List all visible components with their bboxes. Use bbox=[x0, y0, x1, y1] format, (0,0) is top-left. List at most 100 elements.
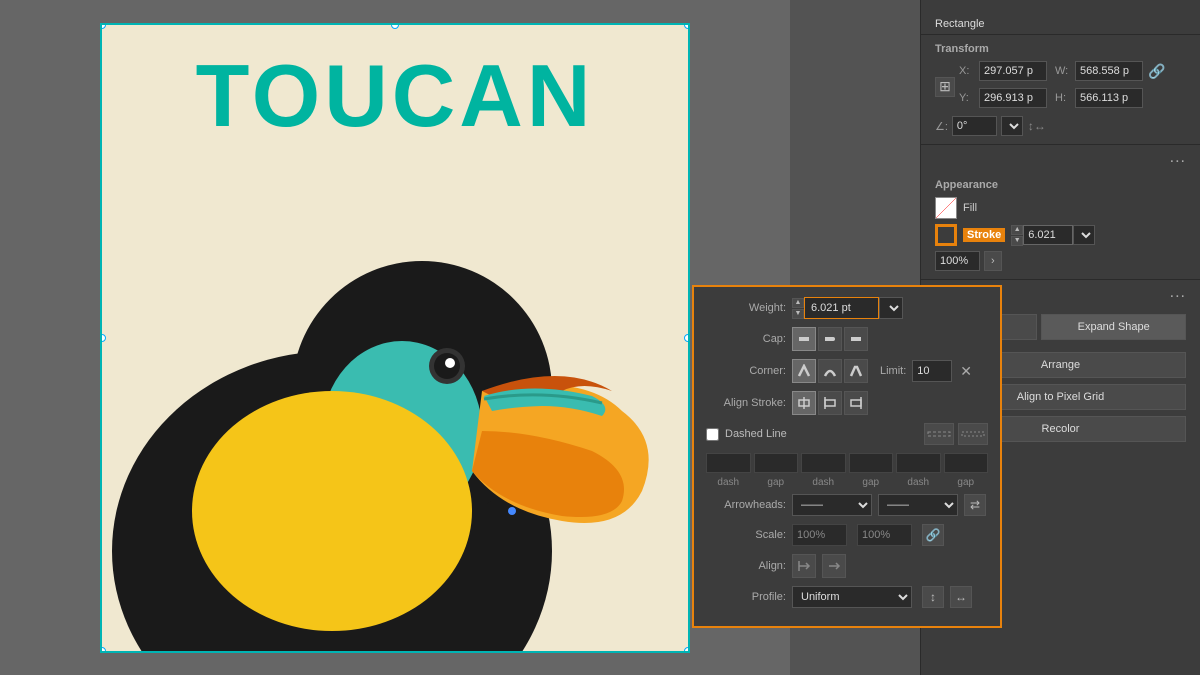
stroke-unit-dropdown[interactable] bbox=[1073, 225, 1095, 245]
align-center-button[interactable] bbox=[792, 391, 816, 415]
transform-icon[interactable]: ⊞ bbox=[935, 77, 955, 97]
dash-label-3: dash bbox=[896, 477, 941, 488]
gap-label-3: gap bbox=[944, 477, 989, 488]
scale-row: Scale: 🔗 bbox=[706, 524, 988, 546]
appearance-more-button[interactable]: ... bbox=[1164, 282, 1192, 304]
dash-label-1: dash bbox=[706, 477, 751, 488]
angle-label: ∠: bbox=[935, 120, 948, 133]
stroke-swatch[interactable] bbox=[935, 224, 957, 246]
limit-label: Limit: bbox=[880, 365, 906, 377]
w-input[interactable] bbox=[1075, 61, 1143, 81]
handle-tl[interactable] bbox=[100, 23, 106, 29]
corner-label: Corner: bbox=[706, 365, 786, 377]
weight-up[interactable]: ▲ bbox=[792, 298, 804, 308]
gap-label-2: gap bbox=[849, 477, 894, 488]
weight-down[interactable]: ▼ bbox=[792, 309, 804, 319]
handle-tm[interactable] bbox=[391, 23, 399, 29]
cap-buttons bbox=[792, 327, 868, 351]
handle-tr[interactable] bbox=[684, 23, 690, 29]
scale-link-button[interactable]: 🔗 bbox=[922, 524, 944, 546]
stroke-value-down[interactable]: ▼ bbox=[1011, 236, 1023, 246]
corner-miter-button[interactable] bbox=[792, 359, 816, 383]
profile-flip-v[interactable]: ↔ bbox=[950, 586, 972, 608]
dashed-checkbox-row: Dashed Line bbox=[706, 428, 787, 441]
limit-input[interactable] bbox=[912, 360, 952, 382]
dash1-input[interactable] bbox=[706, 453, 751, 473]
stroke-value-up[interactable]: ▲ bbox=[1011, 225, 1023, 235]
transform-more-button[interactable]: ... bbox=[1164, 147, 1192, 169]
expand-shape-button[interactable]: Expand Shape bbox=[1041, 314, 1186, 340]
corner-round-button[interactable] bbox=[818, 359, 842, 383]
align-arrow-row: Align: bbox=[706, 554, 988, 578]
dash-fields bbox=[706, 453, 988, 473]
appearance-section: Appearance Fill Stroke ▲ ▼ › bbox=[921, 171, 1200, 280]
profile-label: Profile: bbox=[706, 591, 786, 603]
fill-swatch[interactable] bbox=[935, 197, 957, 219]
profile-flip-h[interactable]: ↕ bbox=[922, 586, 944, 608]
align-arrow-1[interactable] bbox=[792, 554, 816, 578]
cap-label: Cap: bbox=[706, 333, 786, 345]
dash2-input[interactable] bbox=[801, 453, 846, 473]
dashed-row: Dashed Line bbox=[706, 423, 988, 445]
profile-row: Profile: Uniform ↕ ↔ bbox=[706, 586, 988, 608]
gap3-input[interactable] bbox=[944, 453, 989, 473]
dash-option-2[interactable] bbox=[958, 423, 988, 445]
transform-section: Transform ⊞ X: W: 🔗 Y: H: bbox=[921, 35, 1200, 145]
scale2-input[interactable] bbox=[857, 524, 912, 546]
stroke-row: Stroke ▲ ▼ bbox=[935, 224, 1186, 246]
opacity-arrow-button[interactable]: › bbox=[984, 251, 1002, 271]
angle-dropdown[interactable] bbox=[1001, 116, 1023, 136]
corner-bevel-button[interactable] bbox=[844, 359, 868, 383]
arrowhead-end-select[interactable]: —— bbox=[878, 494, 958, 516]
canvas-area: TOUCAN bbox=[0, 0, 790, 675]
object-type-label: Rectangle bbox=[921, 10, 1200, 34]
opacity-row: › bbox=[935, 251, 1186, 271]
x-label: X: bbox=[959, 65, 975, 77]
x-input[interactable] bbox=[979, 61, 1047, 81]
weight-input[interactable] bbox=[804, 297, 879, 319]
scale1-input[interactable] bbox=[792, 524, 847, 546]
toucan-illustration bbox=[102, 131, 690, 651]
align-stroke-label: Align Stroke: bbox=[706, 397, 786, 409]
stroke-value-input[interactable] bbox=[1023, 225, 1073, 245]
profile-select[interactable]: Uniform bbox=[792, 586, 912, 608]
cap-row: Cap: bbox=[706, 327, 988, 351]
cap-butt-button[interactable] bbox=[792, 327, 816, 351]
link-wh-icon[interactable]: 🔗 bbox=[1147, 61, 1167, 81]
gap-label-1: gap bbox=[754, 477, 799, 488]
y-input[interactable] bbox=[979, 88, 1047, 108]
align-stroke-row: Align Stroke: bbox=[706, 391, 988, 415]
dashed-checkbox[interactable] bbox=[706, 428, 719, 441]
arrowheads-label: Arrowheads: bbox=[706, 499, 786, 511]
corner-row: Corner: Limit: ✕ bbox=[706, 359, 988, 383]
opacity-input[interactable] bbox=[935, 251, 980, 271]
h-label: H: bbox=[1055, 92, 1071, 104]
gap1-input[interactable] bbox=[754, 453, 799, 473]
stroke-label[interactable]: Stroke bbox=[963, 228, 1005, 242]
dash-option-1[interactable] bbox=[924, 423, 954, 445]
transform-title: Transform bbox=[935, 43, 1186, 55]
swap-arrowheads-button[interactable]: ⇄ bbox=[964, 494, 986, 516]
align-outside-button[interactable] bbox=[844, 391, 868, 415]
h-input[interactable] bbox=[1075, 88, 1143, 108]
corner-buttons bbox=[792, 359, 868, 383]
w-label: W: bbox=[1055, 65, 1071, 77]
dashed-options bbox=[924, 423, 988, 445]
gap2-input[interactable] bbox=[849, 453, 894, 473]
dash-label-2: dash bbox=[801, 477, 846, 488]
dash3-input[interactable] bbox=[896, 453, 941, 473]
fill-row: Fill bbox=[935, 197, 1186, 219]
flip-icons[interactable]: ↕↔ bbox=[1027, 116, 1047, 136]
artwork: TOUCAN bbox=[100, 23, 690, 653]
align-inside-button[interactable] bbox=[818, 391, 842, 415]
align-stroke-buttons bbox=[792, 391, 868, 415]
y-label: Y: bbox=[959, 92, 975, 104]
limit-close[interactable]: ✕ bbox=[960, 363, 972, 380]
arrowhead-start-select[interactable]: —— bbox=[792, 494, 872, 516]
cap-square-button[interactable] bbox=[844, 327, 868, 351]
align-arrow-2[interactable] bbox=[822, 554, 846, 578]
weight-unit-dropdown[interactable] bbox=[879, 297, 903, 319]
appearance-title: Appearance bbox=[935, 179, 1186, 191]
angle-input[interactable] bbox=[952, 116, 997, 136]
cap-round-button[interactable] bbox=[818, 327, 842, 351]
